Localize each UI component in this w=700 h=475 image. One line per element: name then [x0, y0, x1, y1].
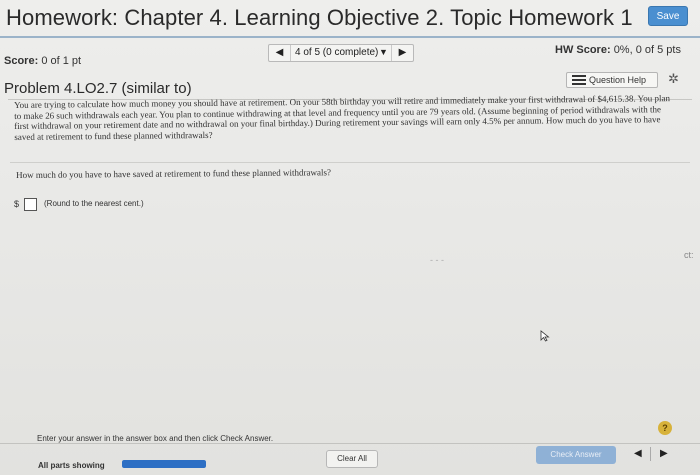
parts-progress-bar	[122, 460, 206, 468]
gear-icon[interactable]: ✲	[668, 71, 679, 87]
question-text: How much do you have to have saved at re…	[16, 167, 331, 180]
currency-prefix: $	[14, 199, 20, 209]
save-button[interactable]: Save	[648, 6, 688, 26]
rounding-note: (Round to the nearest cent.)	[44, 199, 144, 208]
question-help-button[interactable]: Question Help	[566, 72, 658, 88]
triangle-left-icon[interactable]: ◀	[634, 448, 642, 459]
caret-down-icon[interactable]: ▼	[379, 47, 388, 57]
mouse-cursor-icon	[540, 330, 550, 342]
problem-statement: You are trying to calculate how much mon…	[14, 93, 671, 142]
hw-score-label: HW Score:	[555, 44, 611, 56]
score-label: Score:	[4, 55, 39, 67]
check-answer-button[interactable]: Check Answer	[536, 446, 616, 464]
previous-question-button[interactable]: ◀	[269, 45, 291, 61]
score-display: Score: 0 of 1 pt	[4, 55, 81, 67]
title-bar: Homework: Chapter 4. Learning Objective …	[0, 0, 700, 38]
problem-title: Problem 4.LO2.7 (similar to)	[4, 80, 192, 97]
divider	[650, 447, 651, 461]
help-icon[interactable]: ?	[658, 421, 672, 435]
question-position[interactable]: 4 of 5 (0 complete)	[295, 47, 378, 58]
next-question-button[interactable]: ▶	[391, 45, 413, 61]
divider	[10, 162, 690, 163]
homework-title: Homework: Chapter 4. Learning Objective …	[6, 5, 633, 30]
list-icon	[572, 75, 586, 85]
all-parts-label: All parts showing	[38, 461, 105, 470]
homework-screen: Homework: Chapter 4. Learning Objective …	[0, 0, 700, 475]
score-row: Score: 0 of 1 pt ◀ 4 of 5 (0 complete) ▼…	[0, 40, 700, 72]
edge-text: ct:	[684, 250, 694, 260]
divider	[0, 443, 700, 444]
parts-progress-fill	[122, 460, 206, 468]
footer-instruction: Enter your answer in the answer box and …	[37, 434, 274, 443]
hw-score-value: 0%, 0 of 5 pts	[613, 44, 681, 56]
score-value: 0 of 1 pt	[41, 55, 82, 67]
triangle-right-icon[interactable]: ▶	[660, 448, 668, 459]
question-navigator: ◀ 4 of 5 (0 complete) ▼ ▶	[268, 44, 414, 62]
question-help-label: Question Help	[589, 75, 647, 85]
triangle-right-icon: ▶	[398, 47, 407, 58]
hw-score-display: HW Score: 0%, 0 of 5 pts	[555, 44, 681, 56]
faint-mark: - - -	[430, 255, 444, 265]
clear-all-button[interactable]: Clear All	[326, 450, 378, 468]
footer-bar: All parts showing Clear All Check Answer…	[0, 446, 700, 475]
triangle-left-icon: ◀	[275, 47, 284, 58]
answer-input[interactable]	[24, 198, 37, 211]
